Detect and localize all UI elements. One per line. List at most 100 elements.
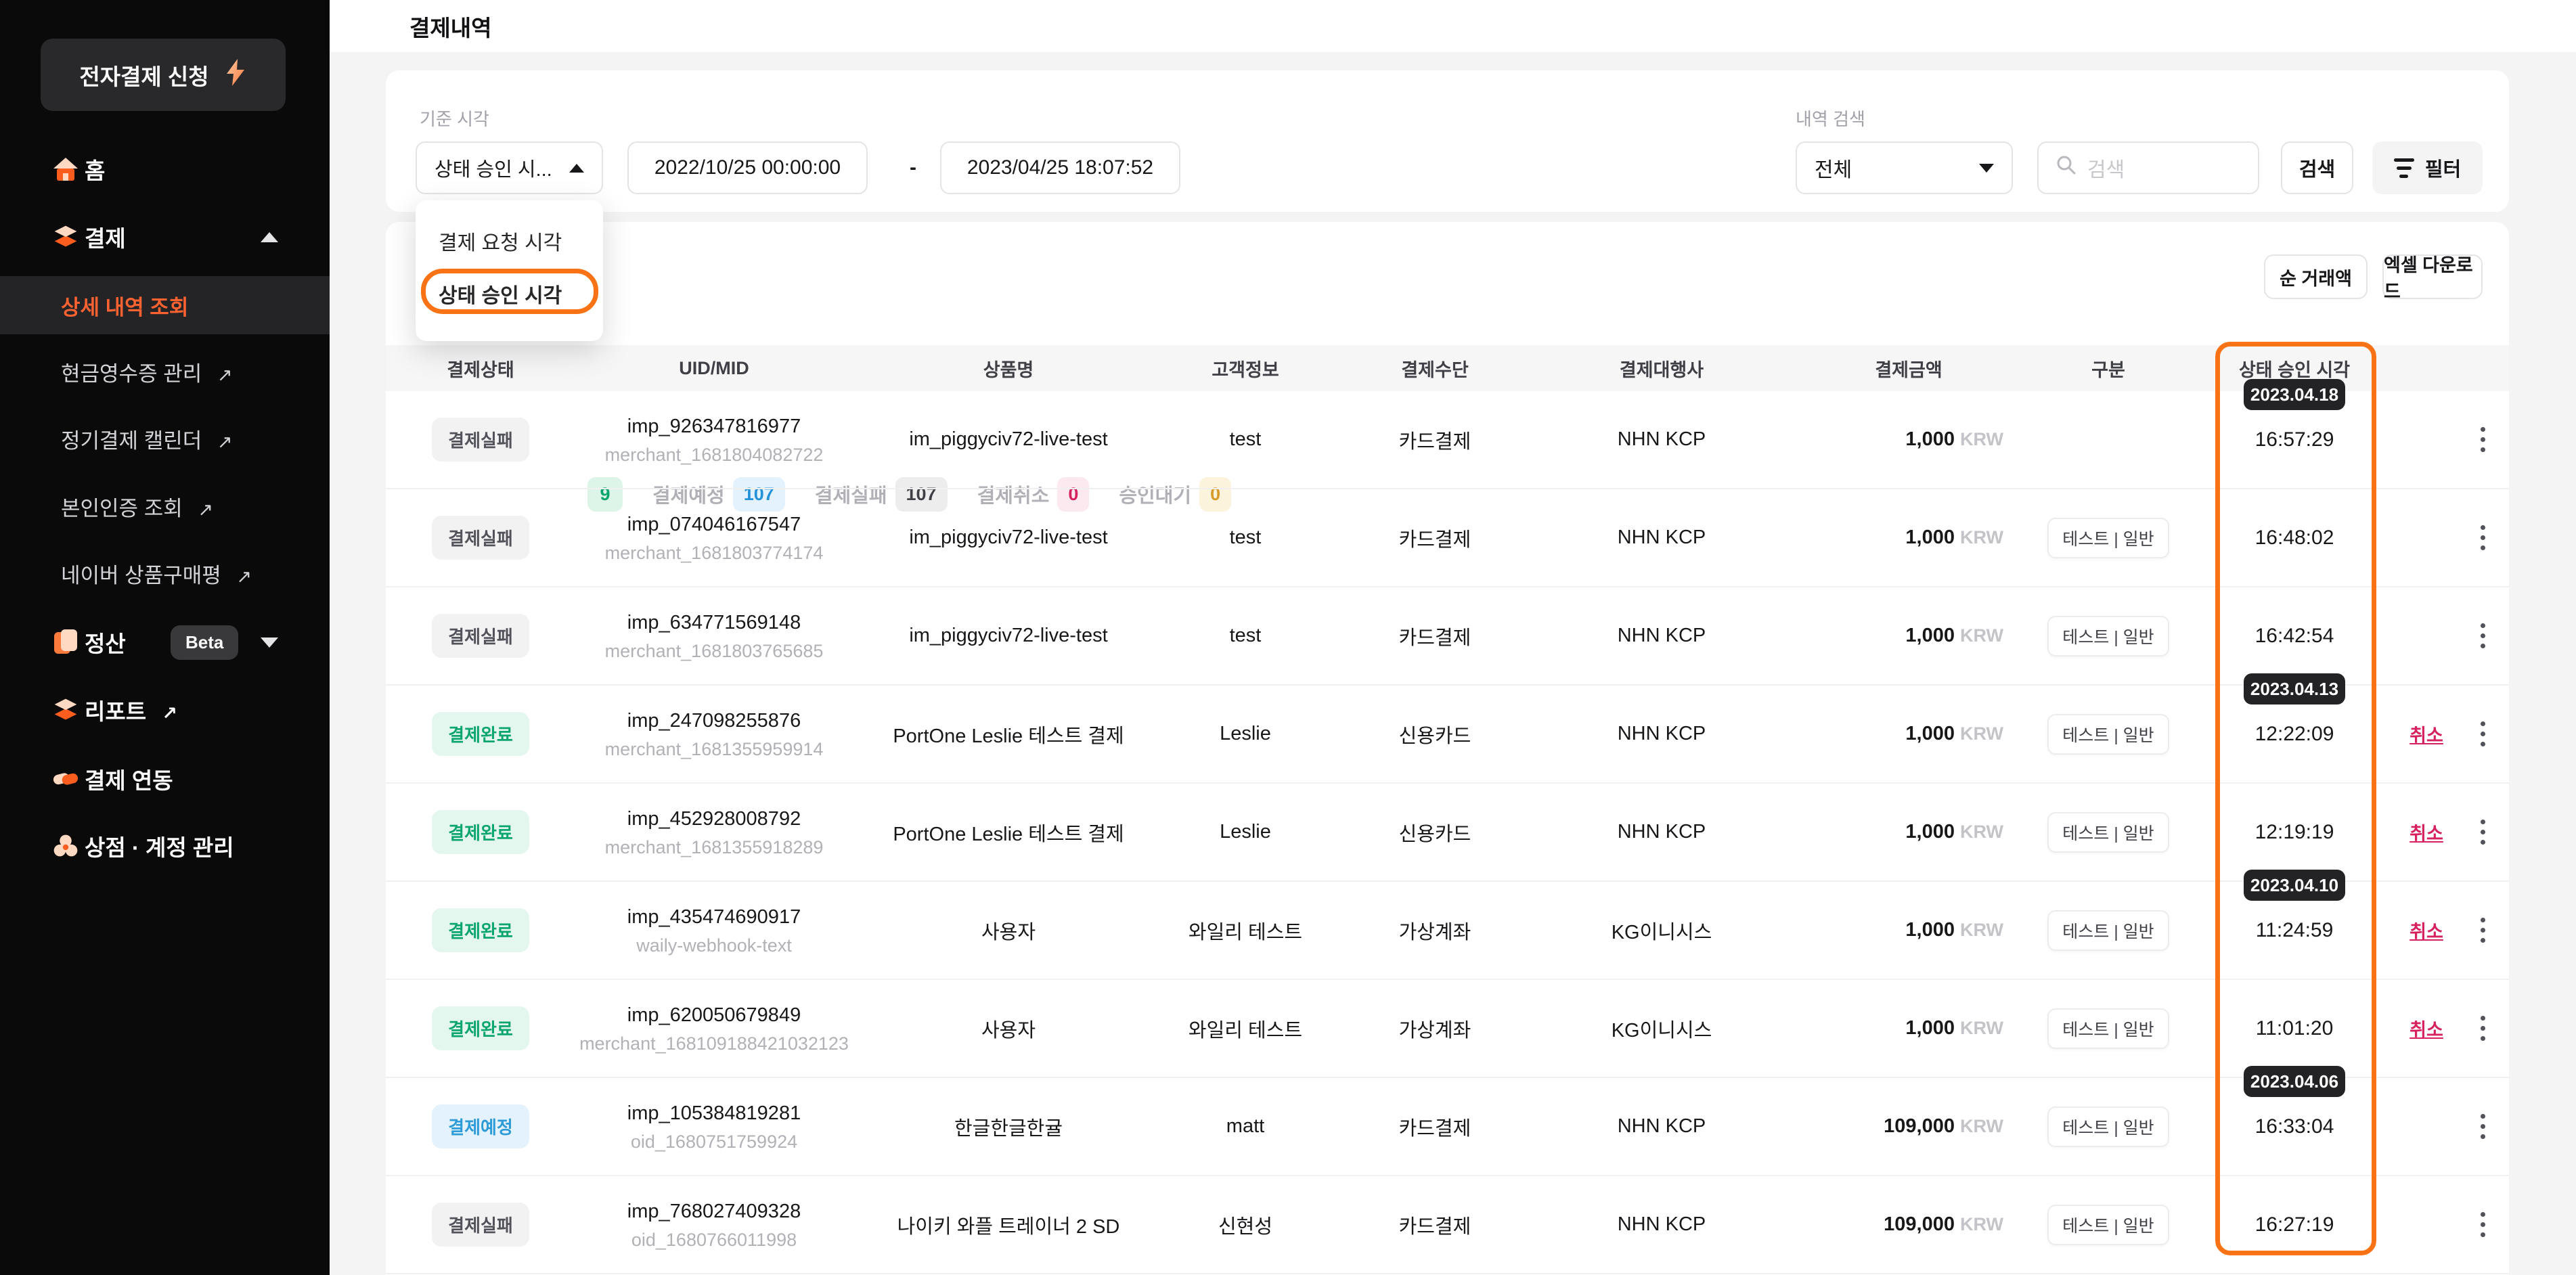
sidebar-item-3[interactable]: 현금영수증 관리 ↗ <box>0 338 330 405</box>
external-link-icon: ↗ <box>236 566 252 587</box>
apply-epay-label: 전자결제 신청 <box>79 59 208 91</box>
sidebar-item-0[interactable]: 홈 <box>0 135 330 203</box>
kebab-menu-icon[interactable] <box>2477 521 2489 554</box>
kebab-menu-icon[interactable] <box>2477 914 2489 947</box>
kebab-menu-icon[interactable] <box>2477 815 2489 849</box>
chevron-down-icon[interactable] <box>261 638 278 648</box>
table-row[interactable]: 결제실패imp_926347816977merchant_16818040827… <box>386 391 2509 489</box>
date-from-input[interactable]: 2022/10/25 00:00:00 <box>627 141 868 194</box>
table-row[interactable]: 결제완료imp_452928008792merchant_16813559182… <box>386 784 2509 882</box>
sidebar-item-label: 결제 <box>85 221 126 253</box>
kebab-menu-icon[interactable] <box>2477 1208 2489 1241</box>
external-link-icon: ↗ <box>217 365 233 385</box>
kebab-menu-icon[interactable] <box>2477 1110 2489 1143</box>
mid-value: merchant_1681803774174 <box>562 539 866 566</box>
product-name: im_piggyciv72-live-test <box>866 527 1151 549</box>
kebab-menu-icon[interactable] <box>2477 619 2489 652</box>
status-badge: 결제예정 <box>432 1104 529 1148</box>
sidebar-item-5[interactable]: 본인인증 조회 ↗ <box>0 472 330 540</box>
table-row[interactable]: 결제실패 imp_074046167547merchant_16818037741… <box>386 489 2509 587</box>
pg-provider: NHN KCP <box>1530 428 1794 451</box>
cancel-button[interactable]: 취소 <box>2410 1020 2443 1040</box>
product-name: 사용자 <box>866 1014 1151 1043</box>
search-type-select[interactable]: 전체 <box>1796 141 2013 194</box>
table-row[interactable]: 결제완료imp_620050679849merchant_16810918842… <box>386 980 2509 1078</box>
table-row[interactable]: 결제완료imp_247098255876merchant_16813559599… <box>386 686 2509 784</box>
amount-cell: 1,000KRW <box>1794 919 2024 941</box>
mid-value: merchant_1681355918289 <box>562 834 866 861</box>
sidebar-item-1[interactable]: 결제 <box>0 203 330 271</box>
table-row[interactable]: 결제완료imp_435474690917waily-webhook-text사용… <box>386 882 2509 980</box>
dropdown-option-0[interactable]: 결제 요청 시각 <box>439 226 562 256</box>
sidebar-item-6[interactable]: 네이버 상품구매평 ↗ <box>0 539 330 607</box>
filter-card: 기준 시각 상태 승인 시... 2022/10/25 00:00:00 - 2… <box>386 70 2509 212</box>
chevron-up-icon[interactable] <box>261 232 278 242</box>
pay-method: 신용카드 <box>1340 818 1530 847</box>
apply-epay-button[interactable]: 전자결제 신청 <box>41 39 286 111</box>
table-row[interactable]: 결제실패imp_768027409328oid_1680766011998나이키… <box>386 1176 2509 1274</box>
date-group-pill: 2023.04.10 <box>2244 870 2345 901</box>
sidebar-item-10[interactable]: 상점 · 계정 관리 <box>0 812 330 880</box>
column-header-7: 구분 <box>2024 355 2193 382</box>
pg-provider: NHN KCP <box>1530 527 1794 549</box>
kebab-menu-icon[interactable] <box>2477 1012 2489 1045</box>
sidebar-item-label: 상세 내역 조회 <box>61 290 188 321</box>
time-criteria-select[interactable]: 상태 승인 시... <box>416 141 603 194</box>
sidebar-item-9[interactable]: 결제 연동 <box>0 745 330 813</box>
status-badge: 결제실패 <box>432 516 529 560</box>
sidebar-item-label: 리포트 ↗ <box>85 694 177 726</box>
sidebar-item-8[interactable]: 리포트 ↗ <box>0 676 330 744</box>
currency-label: KRW <box>1960 429 2003 449</box>
pay-method: 카드결제 <box>1340 622 1530 650</box>
table-row[interactable]: 결제예정imp_105384819281oid_1680751759924한글한… <box>386 1078 2509 1176</box>
date-range-separator: - <box>903 141 923 194</box>
kebab-menu-icon[interactable] <box>2477 423 2489 456</box>
cancel-button[interactable]: 취소 <box>2410 824 2443 844</box>
pg-provider: NHN KCP <box>1530 1115 1794 1138</box>
approved-time: 16:48:02 <box>2193 527 2396 550</box>
uid-value: imp_247098255876 <box>562 706 866 736</box>
sidebar-item-2[interactable]: 상세 내역 조회 <box>0 276 330 334</box>
date-to-input[interactable]: 2023/04/25 18:07:52 <box>940 141 1180 194</box>
dropdown-option-1[interactable]: 상태 승인 시각 <box>439 279 562 309</box>
store-icon <box>52 832 79 859</box>
kebab-menu-icon[interactable] <box>2477 717 2489 751</box>
net-amount-button[interactable]: 순 거래액 <box>2264 254 2368 299</box>
cancel-button[interactable]: 취소 <box>2410 922 2443 942</box>
net-amount-label: 순 거래액 <box>2280 264 2352 290</box>
excel-download-button[interactable]: 엑셀 다운로드 <box>2382 254 2483 299</box>
sidebar-item-4[interactable]: 정기결제 캘린더 ↗ <box>0 405 330 472</box>
sidebar-item-7[interactable]: 정산Beta <box>0 608 330 676</box>
customer-info: 신현성 <box>1151 1211 1340 1239</box>
search-button[interactable]: 검색 <box>2281 141 2353 194</box>
type-badge: 테스트 | 일반 <box>2047 910 2169 951</box>
cancel-button[interactable]: 취소 <box>2410 725 2443 746</box>
sidebar-item-label: 네이버 상품구매평 ↗ <box>61 558 252 589</box>
search-input[interactable]: 검색 <box>2037 141 2259 194</box>
column-header-2: 상품명 <box>866 355 1151 382</box>
customer-info: 와일리 테스트 <box>1151 1014 1340 1043</box>
search-section-label: 내역 검색 <box>1796 106 1865 131</box>
approved-time: 16:42:54 <box>2193 625 2396 648</box>
sidebar-item-label: 상점 · 계정 관리 <box>85 830 234 862</box>
payments-card: 9 결제예정107결제실패107결제취소0승인대기0 순 거래액 엑셀 다운로드… <box>386 222 2509 1275</box>
uid-value: imp_435474690917 <box>562 902 866 932</box>
type-badge: 테스트 | 일반 <box>2047 812 2169 853</box>
table-row[interactable]: 결제실패imp_634771569148merchant_16818037656… <box>386 587 2509 686</box>
approved-time: 12:19:19 <box>2193 821 2396 844</box>
column-header-5: 결제대행사 <box>1530 355 1794 382</box>
uid-value: imp_105384819281 <box>562 1098 866 1128</box>
sidebar-item-label: 정기결제 캘린더 ↗ <box>61 424 233 454</box>
uid-value: imp_452928008792 <box>562 804 866 834</box>
pg-provider: NHN KCP <box>1530 821 1794 843</box>
pg-provider: KG이니시스 <box>1530 916 1794 945</box>
amount-cell: 109,000KRW <box>1794 1115 2024 1138</box>
column-header-4: 결제수단 <box>1340 355 1530 382</box>
currency-label: KRW <box>1960 625 2003 646</box>
column-header-0: 결제상태 <box>399 355 562 382</box>
table-body: 결제실패imp_926347816977merchant_16818040827… <box>386 391 2509 1274</box>
customer-info: test <box>1151 428 1340 451</box>
filter-button[interactable]: 필터 <box>2372 141 2483 194</box>
uid-value: imp_074046167547 <box>562 510 866 539</box>
mid-value: waily-webhook-text <box>562 932 866 959</box>
